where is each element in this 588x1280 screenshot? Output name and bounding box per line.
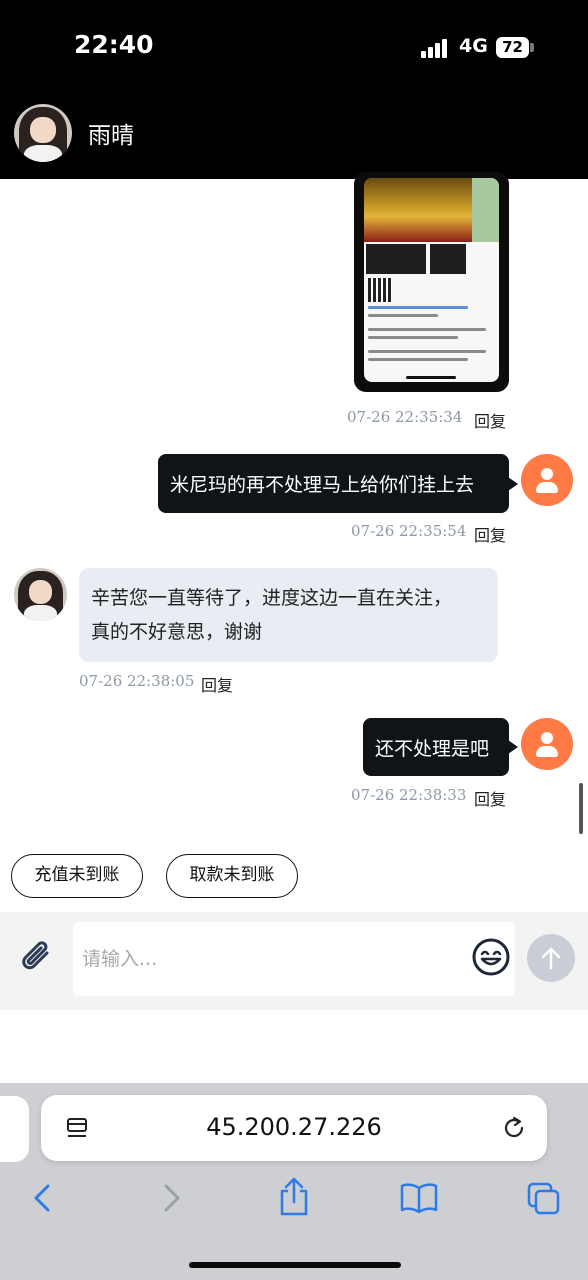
message-text: 还不处理是吧 xyxy=(375,737,490,760)
reply-button[interactable]: 回复 xyxy=(474,408,506,432)
header-bar xyxy=(0,0,588,179)
battery-icon: 72 xyxy=(496,37,529,58)
arrow-up-icon xyxy=(541,947,561,970)
message-text-line-1: 辛苦您一直等待了，进度这边一直在关注， xyxy=(91,587,453,609)
contact-name: 雨晴 xyxy=(88,123,134,149)
reply-button[interactable]: 回复 xyxy=(474,786,506,810)
image-screenshot-content xyxy=(364,178,499,382)
message-text-line-2: 真的不好意思，谢谢 xyxy=(91,621,263,643)
network-type: 4G xyxy=(459,35,488,57)
incoming-bubble: 辛苦您一直等待了，进度这边一直在关注， 真的不好意思，谢谢 xyxy=(79,568,498,662)
message-timestamp: 07-26 22:35:34 xyxy=(347,408,463,426)
message-timestamp: 07-26 22:38:33 xyxy=(351,786,467,804)
message-image[interactable] xyxy=(354,172,509,392)
message-timestamp: 07-26 22:38:05 xyxy=(79,672,195,690)
reply-button[interactable]: 回复 xyxy=(201,672,233,696)
agent-avatar xyxy=(14,568,67,621)
outgoing-bubble: 还不处理是吧 xyxy=(363,718,518,776)
bookmarks-icon[interactable] xyxy=(399,1182,439,1214)
user-avatar xyxy=(521,718,573,770)
contact-avatar[interactable] xyxy=(14,104,72,162)
message-text: 米尼玛的再不处理马上给你们挂上去 xyxy=(170,474,475,496)
signal-icon xyxy=(421,38,451,58)
send-button[interactable] xyxy=(527,934,575,982)
forward-icon[interactable] xyxy=(156,1183,186,1213)
paperclip-icon[interactable] xyxy=(17,937,57,977)
tabs-icon[interactable] xyxy=(526,1181,562,1217)
status-time: 22:40 xyxy=(74,30,154,59)
reply-button[interactable]: 回复 xyxy=(474,522,506,546)
back-icon[interactable] xyxy=(28,1183,58,1213)
emoji-icon[interactable] xyxy=(470,936,512,978)
user-avatar xyxy=(521,454,573,506)
battery-cap xyxy=(530,43,534,52)
reload-icon[interactable] xyxy=(499,1113,529,1143)
scrollbar[interactable] xyxy=(579,783,583,834)
share-icon[interactable] xyxy=(276,1176,312,1218)
quick-reply-withdraw[interactable]: 取款未到账 xyxy=(166,854,298,898)
message-input-placeholder: 请输入... xyxy=(82,948,158,970)
quick-reply-deposit[interactable]: 充值未到账 xyxy=(11,854,143,898)
home-indicator xyxy=(189,1262,401,1268)
message-timestamp: 07-26 22:35:54 xyxy=(351,522,467,540)
outgoing-bubble: 米尼玛的再不处理马上给你们挂上去 xyxy=(158,454,518,513)
